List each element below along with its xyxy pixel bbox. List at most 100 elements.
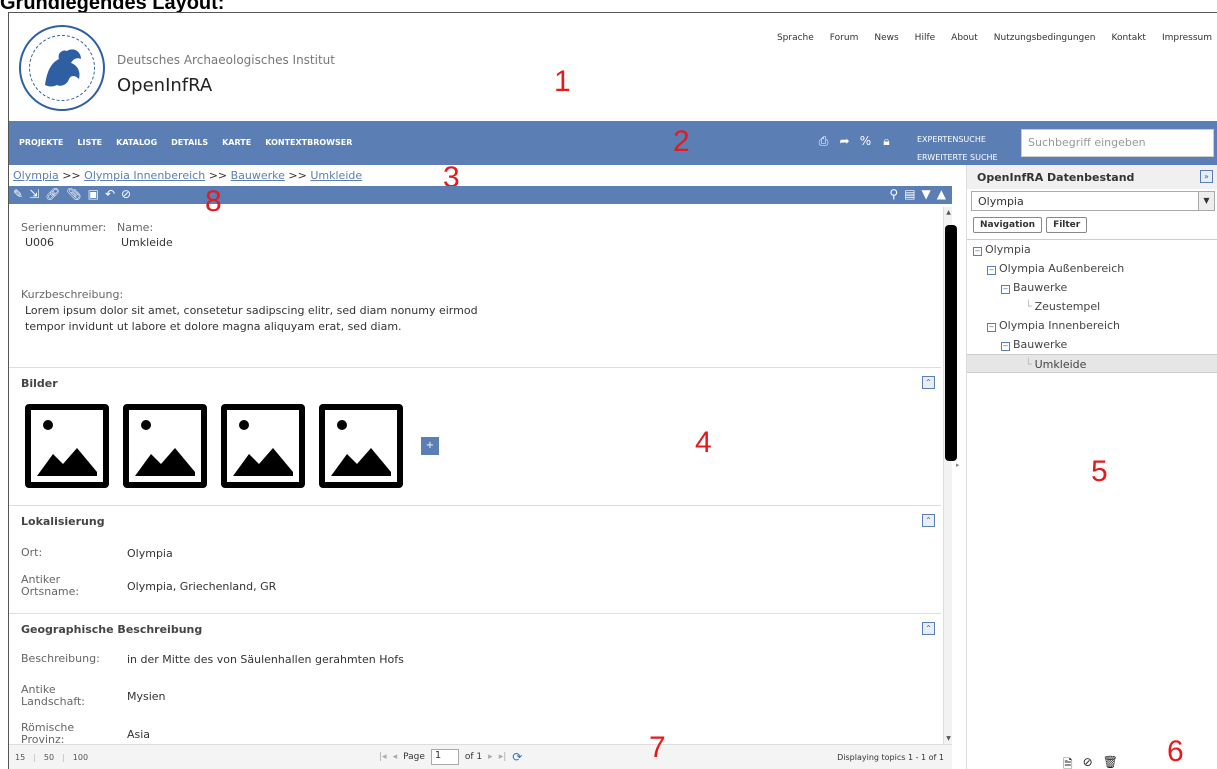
toolbar-right: ⚲ ▤ ▼ ▲: [889, 187, 946, 201]
nav-details[interactable]: DETAILS: [171, 138, 208, 147]
of-pages-label: of 1: [464, 752, 483, 762]
collapse-icon[interactable]: ⌃: [922, 514, 935, 527]
tree-node-label: Zeustempel: [1034, 300, 1101, 313]
scroll-up-icon[interactable]: ▲: [944, 209, 953, 216]
nav-projekte[interactable]: PROJEKTE: [19, 138, 63, 147]
nav-kontextbrowser[interactable]: KONTEXTBROWSER: [265, 138, 352, 147]
document-icon[interactable]: ▤: [904, 187, 915, 201]
page-size-15[interactable]: 15: [15, 753, 25, 762]
tree-collapse-icon[interactable]: −: [987, 266, 996, 275]
export-icon[interactable]: ➦: [838, 135, 851, 148]
collapse-all-icon[interactable]: ▲: [937, 187, 946, 201]
scrollbar-thumb[interactable]: [945, 225, 957, 461]
nav-items: PROJEKTE LISTE KATALOG DETAILS KARTE KON…: [19, 138, 352, 147]
page-number-input[interactable]: 1: [430, 749, 459, 765]
tree-collapse-icon[interactable]: −: [973, 247, 982, 256]
last-page-icon[interactable]: ▸|: [499, 752, 507, 762]
chevron-down-icon[interactable]: ▼: [1198, 192, 1214, 210]
image-placeholder-icon[interactable]: [123, 404, 207, 488]
share-icon[interactable]: %: [859, 135, 872, 148]
link-object-icon[interactable]: ⇲: [29, 187, 39, 201]
tree-node-label: Umkleide: [1034, 358, 1087, 371]
breadcrumb-olympia-innenbereich[interactable]: Olympia Innenbereich: [84, 169, 205, 182]
link-forum[interactable]: Forum: [830, 33, 859, 43]
prev-page-icon[interactable]: ◂: [393, 752, 398, 762]
hide-icon[interactable]: ⊘: [1083, 755, 1093, 769]
breadcrumb-umkleide[interactable]: Umkleide: [310, 169, 362, 182]
tree-node[interactable]: − Olympia Außenbereich: [967, 259, 1217, 278]
breadcrumb-olympia[interactable]: Olympia: [13, 169, 59, 182]
scroll-down-icon[interactable]: ▼: [944, 735, 953, 742]
name-value: Umkleide: [121, 236, 173, 249]
expert-search-link[interactable]: EXPERTENSUCHE: [917, 131, 998, 149]
search-icon[interactable]: ⚲: [889, 187, 898, 201]
pager-navigation: |◂ ◂ Page 1 of 1 ▸ ▸| ⟳: [379, 749, 522, 765]
nav-tool-icons: ⎙ ➦ % 🔒︎: [817, 135, 893, 148]
project-select-value: Olympia: [978, 195, 1024, 208]
content-scrollbar[interactable]: ▲ ▼: [943, 207, 957, 744]
first-page-icon[interactable]: |◂: [379, 752, 387, 762]
page-size-100[interactable]: 100: [73, 753, 88, 762]
collapse-icon[interactable]: ⌃: [922, 376, 935, 389]
save-icon[interactable]: ▣: [88, 187, 99, 201]
refresh-icon[interactable]: ⟳: [512, 750, 522, 764]
tree-collapse-icon[interactable]: −: [1001, 342, 1010, 351]
edit-icon[interactable]: ✎: [13, 187, 23, 201]
tree-node[interactable]: − Olympia Innenbereich: [967, 316, 1217, 335]
expand-all-icon[interactable]: ▼: [922, 187, 931, 201]
tree-collapse-icon[interactable]: −: [987, 323, 996, 332]
tree-node-selected[interactable]: └ Umkleide: [967, 354, 1217, 373]
collapse-icon[interactable]: ⌃: [922, 622, 935, 635]
search-input[interactable]: Suchbegriff eingeben: [1021, 129, 1214, 157]
link-about[interactable]: About: [951, 33, 978, 43]
lock-icon[interactable]: 🔒︎: [880, 135, 893, 148]
nav-karte[interactable]: KARTE: [222, 138, 251, 147]
add-image-button[interactable]: +: [421, 437, 439, 455]
field-label: Antike Landschaft:: [21, 683, 86, 708]
header: Deutsches Archaeologisches Institut Open…: [9, 13, 1217, 121]
link-nutzungsbedingungen[interactable]: Nutzungsbedingungen: [994, 33, 1096, 43]
breadcrumb-bauwerke[interactable]: Bauwerke: [231, 169, 285, 182]
link-impressum[interactable]: Impressum: [1162, 33, 1212, 43]
cancel-icon[interactable]: ⊘: [121, 187, 131, 201]
image-placeholder-icon[interactable]: [25, 404, 109, 488]
tree-node-label: Bauwerke: [1013, 281, 1068, 294]
field-value: Olympia: [127, 546, 173, 560]
link-hilfe[interactable]: Hilfe: [915, 33, 935, 43]
nav-katalog[interactable]: KATALOG: [116, 138, 157, 147]
annotation-4: 4: [695, 426, 712, 459]
chain-link-icon[interactable]: 🔗︎: [45, 187, 60, 201]
new-document-icon[interactable]: 🗎︎: [1063, 755, 1073, 769]
app-title[interactable]: OpenInfRA: [117, 75, 212, 96]
tab-navigation[interactable]: Navigation: [973, 217, 1043, 233]
next-page-icon[interactable]: ▸: [488, 752, 493, 762]
image-placeholder-icon[interactable]: [319, 404, 403, 488]
panel-collapse-icon[interactable]: »: [1200, 170, 1213, 183]
page-label: Page: [403, 752, 425, 762]
nav-liste[interactable]: LISTE: [77, 138, 102, 147]
toolbar-left: ✎ ⇲ 🔗︎ 📎︎ ▣ ↶ ⊘: [13, 187, 131, 201]
print-icon[interactable]: ⎙: [817, 135, 830, 148]
link-news[interactable]: News: [874, 33, 898, 43]
tree-node[interactable]: └ Zeustempel: [967, 297, 1217, 316]
page-size-50[interactable]: 50: [44, 753, 54, 762]
tree-node[interactable]: − Bauwerke: [967, 278, 1217, 297]
panel-actions: 🗎︎ ⊘ 🗑︎: [1063, 755, 1118, 769]
attachment-icon[interactable]: 📎︎: [66, 187, 81, 201]
tree-node[interactable]: − Olympia: [967, 240, 1217, 259]
top-links: Sprache Forum News Hilfe About Nutzungsb…: [777, 33, 1212, 43]
image-placeholder-icon[interactable]: [221, 404, 305, 488]
tree-node-label: Olympia Innenbereich: [999, 319, 1121, 332]
link-sprache[interactable]: Sprache: [777, 33, 814, 43]
project-select[interactable]: Olympia ▼: [971, 191, 1215, 211]
undo-icon[interactable]: ↶: [105, 187, 115, 201]
tree-collapse-icon[interactable]: −: [1001, 285, 1010, 294]
link-kontakt[interactable]: Kontakt: [1112, 33, 1146, 43]
field-value: Asia: [127, 727, 151, 741]
tab-filter[interactable]: Filter: [1046, 217, 1088, 233]
trash-icon[interactable]: 🗑︎: [1103, 755, 1118, 769]
dai-logo[interactable]: [19, 25, 105, 111]
griffin-icon: [45, 49, 81, 87]
tree-node[interactable]: − Bauwerke: [967, 335, 1217, 354]
splitter-handle-icon[interactable]: ▸: [956, 461, 961, 491]
